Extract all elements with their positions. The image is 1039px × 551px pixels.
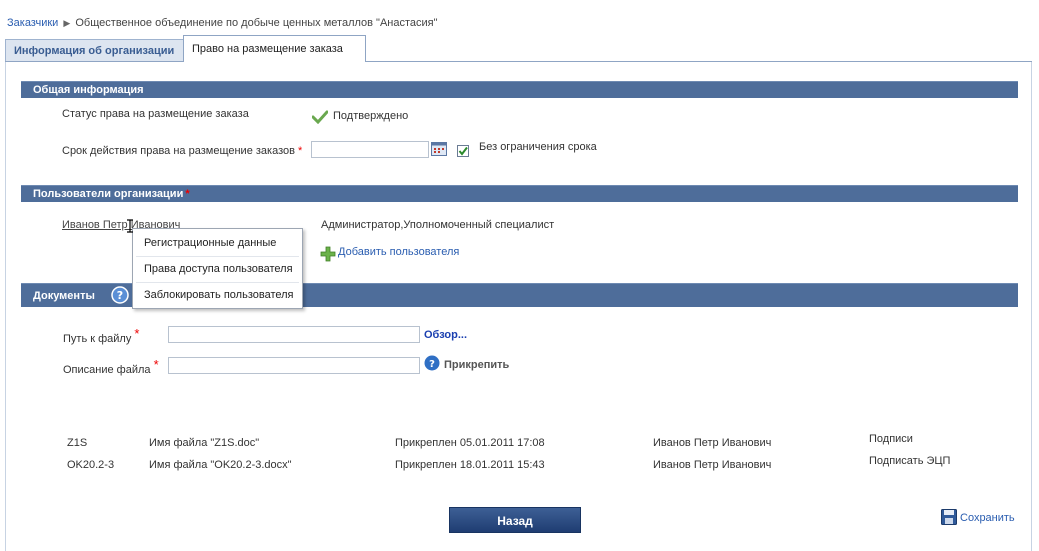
doc-author: Иванов Петр Иванович — [653, 437, 772, 449]
required-marker: * — [298, 145, 303, 157]
file-path-label: Путь к файлу * — [63, 326, 140, 345]
doc-signatures-link[interactable]: Подписи — [869, 433, 913, 445]
attach-button[interactable]: Прикрепить — [444, 359, 509, 371]
back-button[interactable]: Назад — [449, 507, 581, 533]
doc-attached-date: Прикреплен 18.01.2011 15:43 — [395, 459, 545, 471]
menu-item-block-user[interactable]: Заблокировать пользователя — [144, 289, 294, 301]
menu-item-access-rights[interactable]: Права доступа пользователя — [144, 263, 293, 275]
breadcrumb-separator-icon: ▶ — [63, 18, 71, 28]
user-context-menu: Регистрационные данные Права доступа пол… — [132, 228, 303, 309]
menu-item-registration-data[interactable]: Регистрационные данные — [144, 237, 276, 249]
required-marker: * — [153, 357, 159, 372]
doc-code-link[interactable]: OK20.2-3 — [67, 459, 114, 471]
unlimited-label: Без ограничения срока — [479, 141, 597, 153]
add-user-icon[interactable] — [320, 246, 336, 265]
section-header-general: Общая информация — [21, 81, 1018, 98]
save-icon[interactable] — [941, 509, 957, 528]
calendar-icon[interactable] — [431, 142, 447, 159]
required-marker: * — [134, 326, 140, 341]
doc-file-name: Имя файла "OK20.2-3.docx" — [149, 459, 292, 471]
user-roles: Администратор,Уполномоченный специалист — [321, 219, 555, 231]
file-description-input[interactable] — [168, 357, 420, 374]
browse-button[interactable]: Обзор... — [424, 329, 467, 341]
section-header-users: Пользователи организации * — [21, 185, 1018, 202]
doc-author: Иванов Петр Иванович — [653, 459, 772, 471]
check-icon — [311, 110, 329, 127]
required-marker: * — [185, 188, 190, 200]
svg-text:?: ? — [429, 359, 435, 370]
doc-sign-eds-link[interactable]: Подписать ЭЦП — [869, 455, 950, 467]
help-icon[interactable]: ? — [111, 286, 129, 307]
doc-file-name: Имя файла "Z1S.doc" — [149, 437, 260, 449]
file-description-label: Описание файла * — [63, 357, 159, 376]
breadcrumb: Заказчики ▶ Общественное объединение по … — [7, 17, 438, 29]
file-path-input[interactable] — [168, 326, 420, 343]
doc-code-link[interactable]: Z1S — [67, 437, 87, 449]
unlimited-checkbox[interactable] — [457, 145, 469, 157]
doc-attached-date: Прикреплен 05.01.2011 17:08 — [395, 437, 545, 449]
status-label: Статус права на размещение заказа — [62, 108, 249, 120]
tab-order-rights[interactable]: Право на размещение заказа — [183, 35, 366, 62]
status-value: Подтверждено — [333, 110, 409, 122]
menu-divider — [136, 282, 299, 283]
tab-organization-info[interactable]: Информация об организации — [5, 39, 184, 61]
breadcrumb-current: Общественное объединение по добыче ценны… — [75, 17, 438, 29]
save-link[interactable]: Сохранить — [960, 512, 1015, 524]
add-user-link[interactable]: Добавить пользователя — [338, 246, 459, 258]
menu-divider — [136, 256, 299, 257]
text-cursor-icon — [126, 219, 134, 236]
term-label: Срок действия права на размещение заказо… — [62, 145, 303, 157]
term-date-input[interactable] — [311, 141, 429, 158]
breadcrumb-root-link[interactable]: Заказчики — [7, 17, 58, 29]
attach-help-icon[interactable]: ? — [424, 355, 440, 374]
svg-text:?: ? — [117, 289, 123, 302]
